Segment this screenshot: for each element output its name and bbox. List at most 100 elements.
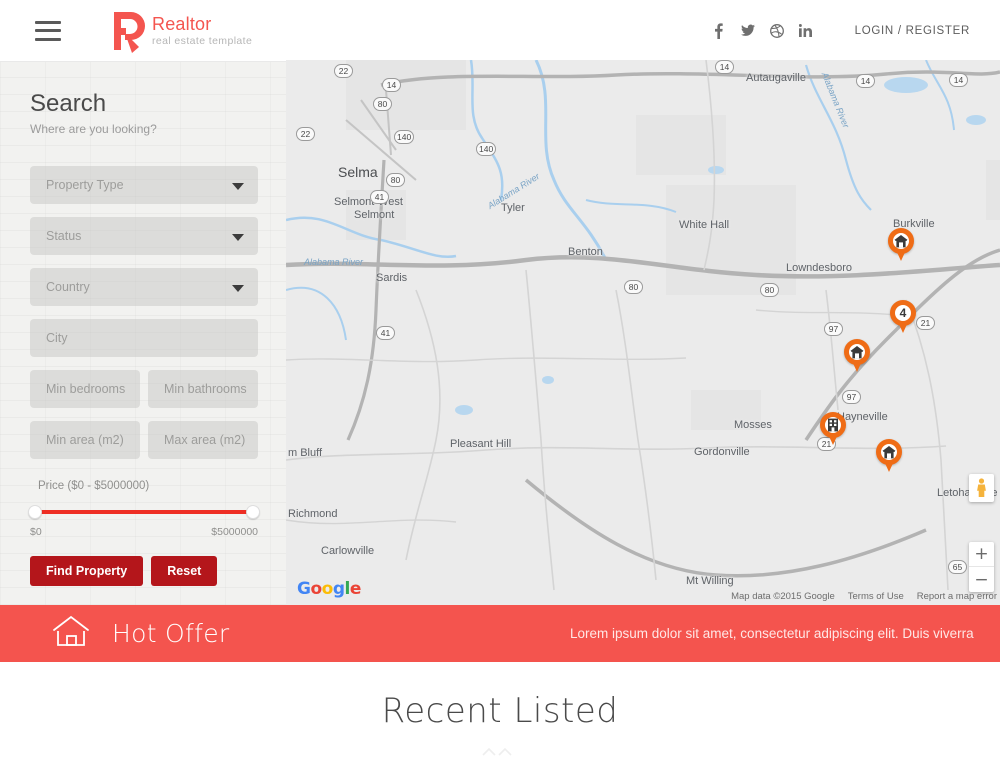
highway-shield-icon: 14 <box>949 73 968 87</box>
find-property-button[interactable]: Find Property <box>30 556 144 586</box>
map-place-label: Selmont <box>354 209 395 221</box>
highway-shield-icon: 14 <box>382 78 401 92</box>
recent-listed-section: Recent Listed <box>0 662 1000 756</box>
search-sidebar: Search Where are you looking? Property T… <box>0 62 286 605</box>
map-place-label: Tyler <box>501 202 525 214</box>
highway-shield-icon: 80 <box>760 283 779 297</box>
property-type-placeholder: Property Type <box>46 178 124 192</box>
country-placeholder: Country <box>46 280 90 294</box>
min-bathrooms-placeholder: Min bathrooms <box>164 382 247 396</box>
hamburger-menu-icon[interactable] <box>35 20 61 41</box>
logo-title: Realtor <box>152 13 212 34</box>
google-logo: Google <box>297 579 361 599</box>
slider-handle-max[interactable] <box>246 505 260 519</box>
twitter-icon[interactable] <box>740 23 755 39</box>
logo-subtitle: real estate template <box>152 34 253 47</box>
terms-of-use-link[interactable]: Terms of Use <box>848 591 904 602</box>
highway-shield-icon: 41 <box>376 326 395 340</box>
max-area-input[interactable]: Max area (m2) <box>148 421 258 459</box>
map-place-label: Lowndesboro <box>786 262 853 274</box>
property-marker-3[interactable] <box>820 412 846 445</box>
facebook-icon[interactable] <box>712 22 726 39</box>
cluster-count-label: 4 <box>899 306 907 320</box>
highway-shield-icon: 97 <box>824 322 843 336</box>
street-view-pegman-icon[interactable] <box>969 474 994 502</box>
city-placeholder: City <box>46 331 68 345</box>
highway-shield-icon: 80 <box>373 97 392 111</box>
max-area-placeholder: Max area (m2) <box>164 433 246 447</box>
map-place-label: Carlowville <box>321 545 375 557</box>
hamburger-bar <box>35 29 61 32</box>
highway-shield-icon: 65 <box>948 560 967 574</box>
country-select[interactable]: Country <box>30 268 258 306</box>
property-cluster-marker[interactable]: 4 <box>890 300 916 333</box>
map-place-label: Selmont-West <box>334 196 403 208</box>
search-panel-subtitle: Where are you looking? <box>30 122 157 136</box>
map-zoom-controls[interactable]: + − <box>969 542 994 592</box>
status-select[interactable]: Status <box>30 217 258 255</box>
slider-handle-min[interactable] <box>28 505 42 519</box>
map-place-label: Gordonville <box>694 446 750 458</box>
map-place-label: Richmond <box>288 508 338 520</box>
property-marker-2[interactable] <box>844 339 870 372</box>
site-logo[interactable]: Realtor real estate template <box>108 9 252 53</box>
chevron-down-icon <box>232 285 244 292</box>
highway-shield-icon: 14 <box>856 74 875 88</box>
highway-shield-icon: 22 <box>296 127 315 141</box>
min-area-placeholder: Min area (m2) <box>46 433 124 447</box>
hot-offer-ticker: Lorem ipsum dolor sit amet, consectetur … <box>570 626 974 641</box>
map-place-label: Mt Willing <box>686 575 734 587</box>
property-map[interactable]: Selma Selmont-West Selmont Sardis Tyler Bento… <box>286 60 1000 605</box>
site-header: Realtor real estate template LOGIN / REG… <box>0 0 1000 62</box>
min-bathrooms-input[interactable]: Min bathrooms <box>148 370 258 408</box>
search-panel-title: Search <box>30 90 107 117</box>
highway-shield-icon: 41 <box>370 190 389 204</box>
chevron-down-icon <box>232 234 244 241</box>
header-right: LOGIN / REGISTER <box>712 22 970 39</box>
min-bedrooms-placeholder: Min bedrooms <box>46 382 126 396</box>
price-min-label: $0 <box>30 526 42 538</box>
rooms-row: Min bedrooms Min bathrooms <box>30 370 286 408</box>
reset-button[interactable]: Reset <box>151 556 218 586</box>
zoom-out-button[interactable]: − <box>969 567 994 592</box>
slider-track <box>30 510 258 514</box>
highway-shield-icon: 80 <box>386 173 405 187</box>
login-register-link[interactable]: LOGIN / REGISTER <box>855 25 970 37</box>
map-pin-r-logo-icon <box>108 9 146 53</box>
price-range-endpoints: $0 $5000000 <box>30 526 258 538</box>
map-canvas[interactable]: Selma Selmont-West Selmont Sardis Tyler Bento… <box>286 60 1000 605</box>
linkedin-icon[interactable] <box>799 23 813 39</box>
area-row: Min area (m2) Max area (m2) <box>30 421 286 459</box>
status-placeholder: Status <box>46 229 82 243</box>
property-type-select[interactable]: Property Type <box>30 166 258 204</box>
min-bedrooms-input[interactable]: Min bedrooms <box>30 370 140 408</box>
map-river-label: Alabama River <box>304 257 364 267</box>
highway-shield-icon: 80 <box>624 280 643 294</box>
map-place-label: Autaugaville <box>746 72 806 84</box>
dribbble-icon[interactable] <box>769 23 784 39</box>
map-place-label: Pleasant Hill <box>450 438 512 450</box>
recent-listed-title: Recent Listed <box>381 691 619 731</box>
hamburger-bar <box>35 37 61 41</box>
property-marker-1[interactable] <box>888 228 914 261</box>
social-links <box>712 22 813 39</box>
price-range-label: Price ($0 - $5000000) <box>38 480 150 492</box>
map-place-label: m Bluff <box>288 447 323 459</box>
map-data-credit: Map data ©2015 Google <box>731 591 835 602</box>
city-input[interactable]: City <box>30 319 258 357</box>
map-credits: Map data ©2015 Google Terms of Use Repor… <box>731 591 997 602</box>
report-map-error-link[interactable]: Report a map error <box>917 591 997 602</box>
map-place-label: Sardis <box>376 272 408 284</box>
hot-offer-title: Hot Offer <box>112 619 230 648</box>
highway-shield-icon: 21 <box>916 316 935 330</box>
property-marker-4[interactable] <box>876 439 902 472</box>
min-area-input[interactable]: Min area (m2) <box>30 421 140 459</box>
house-outline-icon <box>52 614 90 653</box>
highway-shield-icon: 14 <box>715 60 734 74</box>
map-place-label: White Hall <box>679 219 730 231</box>
price-range-slider[interactable] <box>28 505 260 519</box>
zoom-in-button[interactable]: + <box>969 542 994 567</box>
map-place-label: Mosses <box>734 419 772 431</box>
price-max-label: $5000000 <box>211 526 258 538</box>
highway-shield-icon: 140 <box>476 142 497 156</box>
